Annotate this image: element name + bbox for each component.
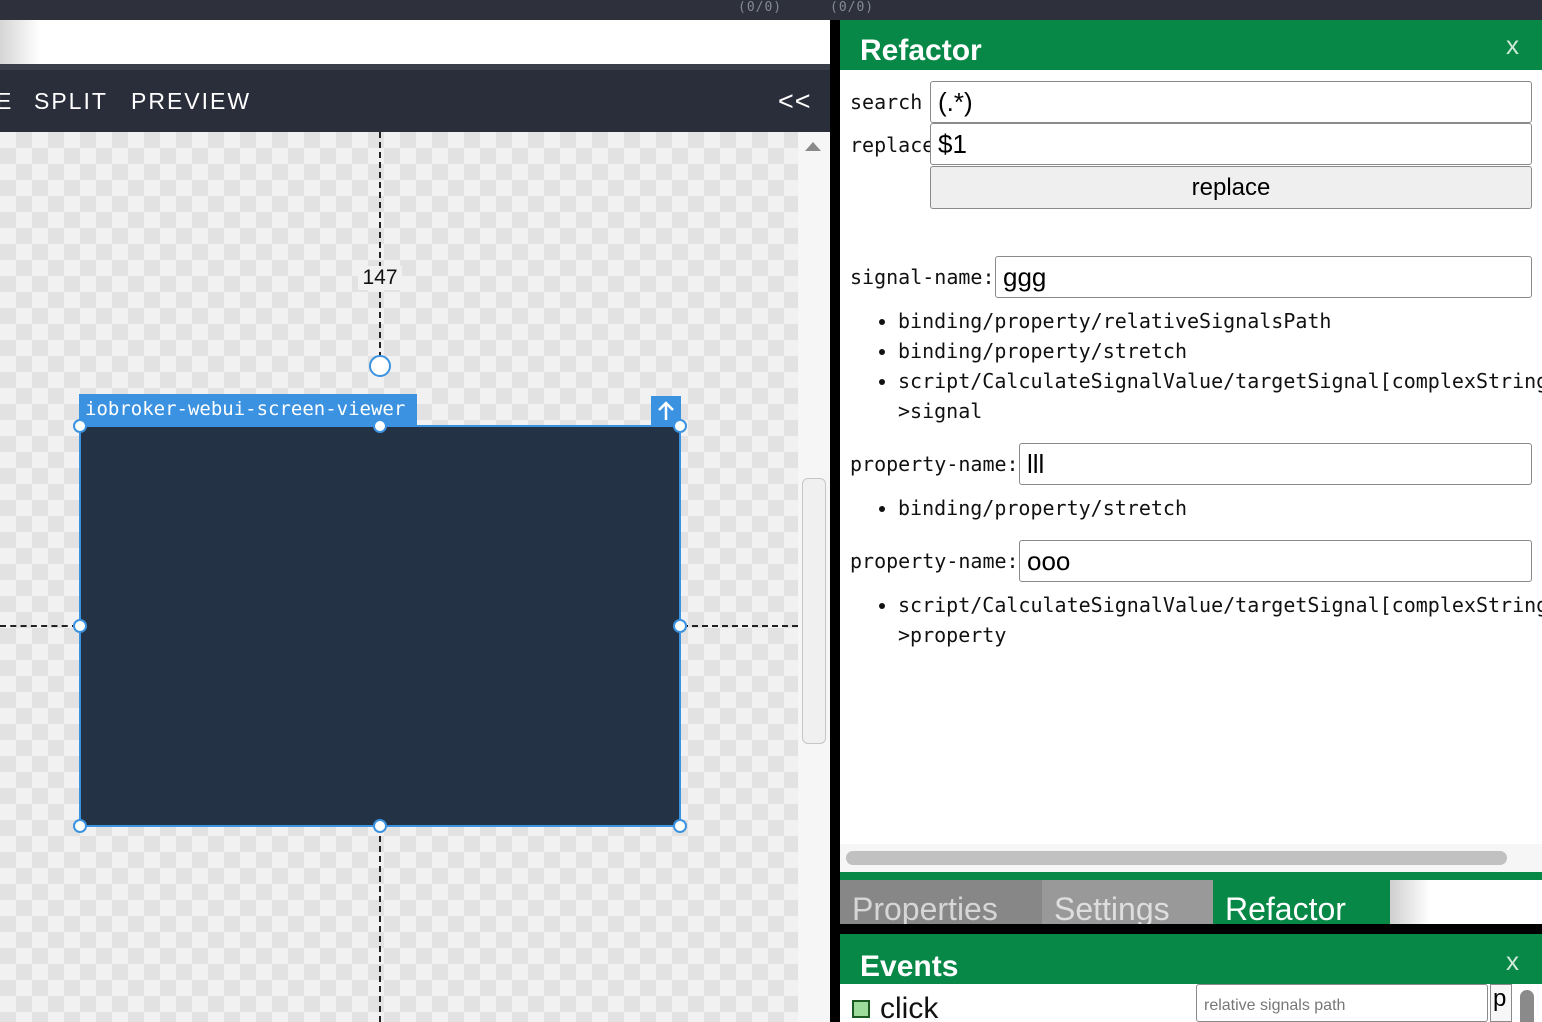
designer-canvas[interactable]: 147 iobroker-webui-screen-viewer [0, 132, 798, 1022]
replace-label: replace [850, 133, 935, 157]
list-item-continuation: >signal [898, 399, 983, 423]
selected-element-screen-viewer[interactable] [79, 425, 681, 827]
list-item-text: script/CalculateSignalValue/targetSignal… [898, 593, 1542, 617]
mode-tab-split[interactable]: SPLIT [34, 88, 108, 115]
property-name-label-2: property-name: [850, 549, 1019, 573]
resize-handle-w[interactable] [73, 619, 87, 633]
events-scrollbar[interactable] [1520, 990, 1534, 1022]
tab-properties[interactable]: Properties [840, 880, 1042, 924]
event-bound-indicator [852, 1000, 870, 1018]
property-ref-list-2: script/CalculateSignalValue/targetSignal… [840, 590, 1542, 650]
refactor-title: Refactor [860, 34, 982, 67]
mode-tab-code[interactable]: E [0, 88, 13, 115]
refactor-close-button[interactable]: x [1506, 30, 1519, 61]
events-title: Events [860, 950, 959, 983]
guide-line-right [682, 625, 798, 627]
signal-name-label: signal-name: [850, 265, 995, 289]
refactor-titlebar: Refactor x [840, 20, 1542, 70]
property-name-input[interactable]: lll [1019, 443, 1532, 485]
divider [840, 924, 1542, 934]
property-name-label: property-name: [850, 452, 1019, 476]
resize-handle-sw[interactable] [73, 819, 87, 833]
match-counter-left: (0/0) [738, 0, 783, 15]
resize-handle-ne[interactable] [673, 419, 687, 433]
resize-handle-n[interactable] [373, 419, 387, 433]
guide-line-left [0, 625, 78, 627]
replace-input[interactable]: $1 [930, 123, 1532, 165]
signal-ref-list: binding/property/relativeSignalsPath bin… [840, 306, 1542, 426]
property-name-input-2[interactable]: ooo [1019, 540, 1532, 582]
tab-settings[interactable]: Settings [1042, 880, 1213, 924]
view-mode-bar: E SPLIT PREVIEW << [0, 70, 830, 132]
refactor-panel: Refactor x search (.*) replace $1 replac… [840, 20, 1542, 872]
collapse-panel-button[interactable]: << [778, 86, 812, 117]
list-item: binding/property/stretch [898, 336, 1542, 366]
resize-handle-se[interactable] [673, 819, 687, 833]
rotate-handle[interactable] [369, 355, 391, 377]
event-action-button[interactable]: p [1490, 984, 1512, 1022]
events-close-button[interactable]: x [1506, 946, 1519, 977]
address-bar[interactable] [0, 20, 830, 64]
list-item: binding/property/stretch [898, 493, 1187, 523]
signal-name-input[interactable]: ggg [995, 256, 1532, 298]
list-item: script/CalculateSignalValue/targetSignal… [898, 366, 1542, 426]
panel-splitter[interactable] [830, 20, 840, 1022]
guide-line-bottom [379, 826, 381, 1022]
mode-tab-preview[interactable]: PREVIEW [131, 88, 251, 115]
match-counter-right: (0/0) [830, 0, 875, 15]
scroll-thumb[interactable] [802, 478, 826, 744]
resize-handle-s[interactable] [373, 819, 387, 833]
panel-tabs: Properties Settings Refactor [840, 880, 1542, 924]
replace-button[interactable]: replace [930, 166, 1532, 209]
events-panel: Events x click relative signals path p [840, 934, 1542, 1022]
list-item: script/CalculateSignalValue/targetSignal… [898, 590, 1542, 650]
property-ref-list: binding/property/stretch [840, 493, 1187, 523]
search-input[interactable]: (.*) [930, 81, 1532, 123]
canvas-vertical-scrollbar[interactable] [798, 132, 830, 1022]
tab-strip-border [840, 872, 1542, 880]
event-name-click[interactable]: click [880, 992, 938, 1022]
refactor-horizontal-scrollbar[interactable] [840, 844, 1542, 872]
tab-refactor[interactable]: Refactor [1213, 880, 1390, 924]
list-item: binding/property/relativeSignalsPath [898, 306, 1542, 336]
top-status-strip: (0/0) (0/0) [0, 0, 1542, 20]
events-titlebar: Events x [840, 934, 1542, 984]
scroll-up-arrow-icon[interactable] [805, 142, 821, 151]
element-tag-label[interactable]: iobroker-webui-screen-viewer [79, 394, 417, 426]
scroll-thumb[interactable] [846, 851, 1507, 865]
distance-label: 147 [358, 266, 402, 290]
resize-handle-nw[interactable] [73, 419, 87, 433]
relative-signals-path-input[interactable]: relative signals path [1196, 984, 1488, 1022]
list-item-continuation: >property [898, 623, 1007, 647]
tab-overflow-fade [1390, 880, 1430, 924]
search-label: search [850, 90, 923, 114]
guide-line-top [379, 132, 381, 358]
list-item-text: script/CalculateSignalValue/targetSignal… [898, 369, 1542, 393]
resize-handle-e[interactable] [673, 619, 687, 633]
